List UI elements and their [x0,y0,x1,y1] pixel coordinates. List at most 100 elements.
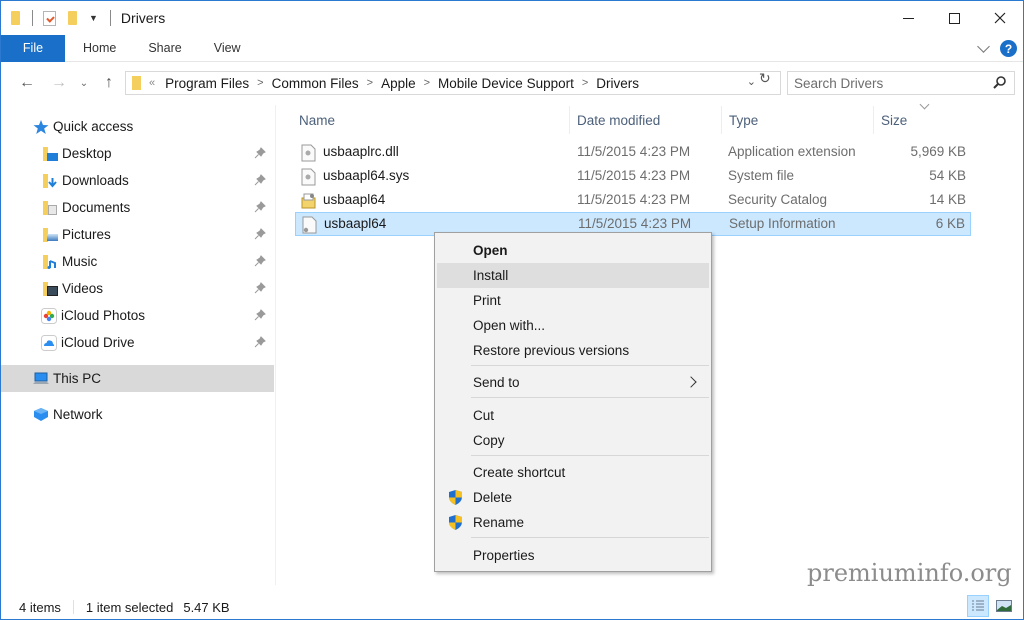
column-header-name[interactable]: Name [293,106,567,134]
menu-item-create-shortcut[interactable]: Create shortcut [437,460,709,485]
large-icons-view-icon [996,600,1012,612]
search-input[interactable]: Search Drivers [787,71,1015,95]
search-placeholder: Search Drivers [794,75,884,91]
toolbar-separator [32,10,33,26]
close-icon [994,12,1006,24]
sidebar-item-desktop[interactable]: Desktop [1,140,274,167]
navigation-bar: ← → ⌄ ↑ « Program Files > Common Files >… [1,67,1023,99]
navigation-pane: Quick access Desktop Downloads Documents… [1,105,276,585]
tab-share[interactable]: Share [132,35,197,62]
desktop-folder-icon [43,146,58,161]
tab-file[interactable]: File [1,34,65,62]
sys-file-icon [301,168,316,186]
minimize-button[interactable] [885,1,931,35]
menu-item-open[interactable]: Open [437,238,709,263]
pin-icon[interactable] [254,309,266,321]
breadcrumb-apple[interactable]: Apple [381,76,416,91]
chevron-right-icon[interactable]: > [424,77,430,89]
help-icon[interactable]: ? [1000,40,1017,57]
menu-item-open-with[interactable]: Open with... [437,313,709,338]
sidebar-item-documents[interactable]: Documents [1,194,274,221]
sidebar-item-pictures[interactable]: Pictures [1,221,274,248]
pin-icon[interactable] [254,282,266,294]
status-separator [72,600,74,614]
new-folder-icon[interactable] [68,11,77,25]
submenu-arrow-icon [685,376,697,388]
menu-item-cut[interactable]: Cut [437,403,709,428]
up-button[interactable]: ↑ [97,71,121,95]
breadcrumb-overflow[interactable]: « [149,77,155,89]
pin-icon[interactable] [254,147,266,159]
expand-ribbon-icon[interactable] [977,39,990,53]
file-row[interactable]: usbaapl64.sys 11/5/2015 4:23 PM System f… [295,165,971,189]
title-bar: ▼ Drivers [1,1,1023,35]
close-button[interactable] [977,1,1023,35]
breadcrumb-program-files[interactable]: Program Files [165,76,249,91]
pin-icon[interactable] [254,228,266,240]
menu-item-rename[interactable]: Rename [437,510,709,535]
tab-home[interactable]: Home [67,35,132,62]
menu-item-delete[interactable]: Delete [437,485,709,510]
sidebar-item-icloud-photos[interactable]: iCloud Photos [1,302,274,329]
window-title: Drivers [120,10,166,26]
security-catalog-icon [301,193,316,209]
menu-item-send-to[interactable]: Send to [437,370,709,395]
column-separator[interactable] [873,106,874,134]
customize-dropdown-icon[interactable]: ▼ [89,13,98,23]
maximize-button[interactable] [931,1,977,35]
breadcrumb-drivers[interactable]: Drivers [596,76,639,91]
breadcrumb-common-files[interactable]: Common Files [272,76,359,91]
details-view-button[interactable] [967,595,989,617]
refresh-button[interactable]: ↻ [759,70,771,87]
back-button[interactable]: ← [15,71,39,95]
file-explorer-window: ▼ Drivers File Home Share View ? ← → ⌄ ↑ [0,0,1024,620]
column-header-date-modified[interactable]: Date modified [571,106,719,134]
documents-folder-icon [43,200,58,215]
file-row[interactable]: usbaaplrc.dll 11/5/2015 4:23 PM Applicat… [295,141,971,165]
menu-item-restore-previous-versions[interactable]: Restore previous versions [437,338,709,363]
recent-locations-button[interactable]: ⌄ [75,71,93,95]
chevron-right-icon[interactable]: > [582,77,588,89]
sidebar-item-music[interactable]: Music [1,248,274,275]
chevron-right-icon[interactable]: > [257,77,263,89]
selection-size: 5.47 KB [183,599,230,615]
tab-view[interactable]: View [198,35,257,62]
menu-item-properties[interactable]: Properties [437,543,709,568]
folder-icon [132,76,141,90]
forward-button[interactable]: → [47,71,71,95]
properties-icon[interactable] [43,10,56,26]
sidebar-item-icloud-drive[interactable]: iCloud Drive [1,329,274,356]
pin-icon[interactable] [254,174,266,186]
column-header-type[interactable]: Type [723,106,871,134]
address-dropdown-icon[interactable]: ⌄ [747,75,756,88]
pictures-folder-icon [43,227,58,242]
sidebar-item-videos[interactable]: Videos [1,275,274,302]
ribbon-tabs: File Home Share View ? [1,34,1023,62]
search-icon[interactable] [992,75,1007,90]
column-header-size[interactable]: Size [875,106,973,134]
menu-item-install[interactable]: Install [437,263,709,288]
breadcrumb-mobile-device-support[interactable]: Mobile Device Support [438,76,574,91]
item-count: 4 items [19,599,61,615]
pin-icon[interactable] [254,201,266,213]
sidebar-item-quick-access[interactable]: Quick access [1,113,274,140]
folder-icon [11,11,20,25]
pin-icon[interactable] [254,255,266,267]
minimize-icon [902,17,914,19]
menu-item-copy[interactable]: Copy [437,428,709,453]
pin-icon[interactable] [254,336,266,348]
file-row[interactable]: usbaapl64 11/5/2015 4:23 PM Security Cat… [295,189,971,213]
menu-separator [471,537,709,538]
chevron-right-icon[interactable]: > [367,77,373,89]
uac-shield-icon [449,490,462,505]
sidebar-item-network[interactable]: Network [1,401,274,428]
large-icons-view-button[interactable] [993,595,1015,617]
column-separator[interactable] [569,106,570,134]
sidebar-item-downloads[interactable]: Downloads [1,167,274,194]
menu-item-print[interactable]: Print [437,288,709,313]
sidebar-item-this-pc[interactable]: This PC [1,365,274,392]
address-bar[interactable]: « Program Files > Common Files > Apple >… [125,71,781,95]
status-bar: 4 items 1 item selected 5.47 KB [1,595,1023,619]
column-separator[interactable] [721,106,722,134]
uac-shield-icon [449,515,462,530]
